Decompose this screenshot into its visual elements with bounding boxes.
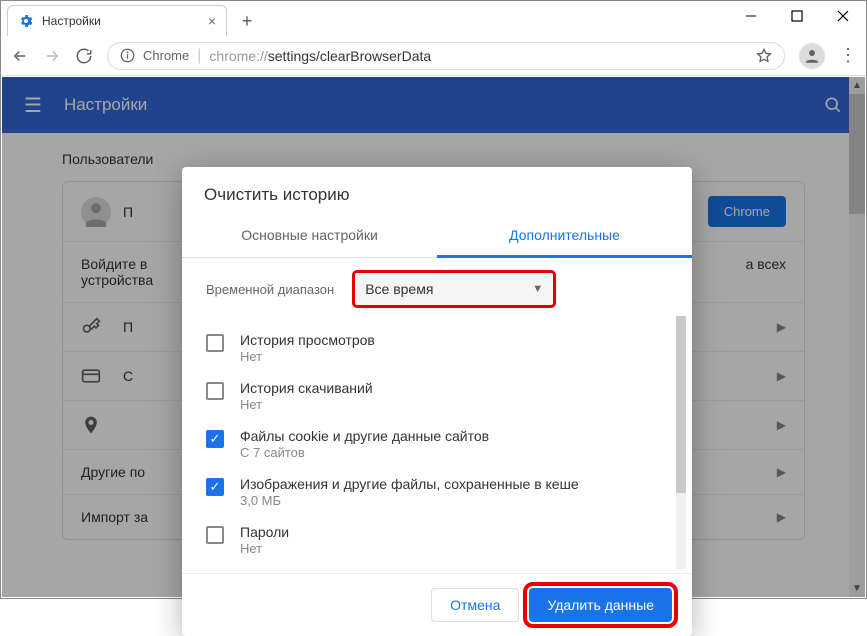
settings-page: ☰ Настройки Пользователи П Chrome Войдит… bbox=[2, 77, 865, 597]
options-list: История просмотровНетИстория скачиванийН… bbox=[206, 324, 668, 569]
window-titlebar: Настройки × + bbox=[1, 1, 866, 36]
profile-avatar-button[interactable] bbox=[799, 43, 825, 69]
chevron-down-icon: ▼ bbox=[532, 283, 543, 295]
maximize-button[interactable] bbox=[774, 1, 820, 31]
time-range-select[interactable]: Все время ▼ bbox=[354, 272, 554, 306]
option-title: История скачиваний bbox=[240, 380, 373, 396]
minimize-button[interactable] bbox=[728, 1, 774, 31]
browser-tab[interactable]: Настройки × bbox=[7, 5, 227, 36]
address-bar[interactable]: Chrome | chrome://settings/clearBrowserD… bbox=[107, 42, 785, 70]
option-row[interactable]: История просмотровНет bbox=[206, 324, 654, 372]
dialog-actions: Отмена Удалить данные bbox=[182, 573, 692, 636]
checkbox[interactable] bbox=[206, 382, 224, 400]
forward-button[interactable] bbox=[43, 47, 61, 65]
option-subtitle: 3,0 МБ bbox=[240, 493, 579, 508]
gear-icon bbox=[18, 13, 34, 29]
tab-advanced[interactable]: Дополнительные bbox=[437, 215, 692, 258]
dialog-body: Временной диапазон Все время ▼ История п… bbox=[182, 258, 692, 573]
time-range-value: Все время bbox=[365, 281, 433, 297]
kebab-menu-icon[interactable]: ⋮ bbox=[839, 45, 856, 66]
tab-basic[interactable]: Основные настройки bbox=[182, 215, 437, 257]
back-button[interactable] bbox=[11, 47, 29, 65]
dialog-tabs: Основные настройки Дополнительные bbox=[182, 215, 692, 258]
checkbox[interactable] bbox=[206, 334, 224, 352]
close-window-button[interactable] bbox=[820, 1, 866, 31]
option-subtitle: С 7 сайтов bbox=[240, 445, 489, 460]
checkbox[interactable]: ✓ bbox=[206, 478, 224, 496]
tab-title: Настройки bbox=[42, 14, 208, 28]
option-title: Файлы cookie и другие данные сайтов bbox=[240, 428, 489, 444]
clear-history-dialog: Очистить историю Основные настройки Допо… bbox=[182, 167, 692, 636]
reload-button[interactable] bbox=[75, 47, 93, 65]
time-range-label: Временной диапазон bbox=[206, 282, 334, 297]
option-row[interactable]: Данные для автозаполнения bbox=[206, 564, 654, 569]
option-row[interactable]: ✓ Изображения и другие файлы, сохраненные… bbox=[206, 468, 654, 516]
option-title: История просмотров bbox=[240, 332, 375, 348]
new-tab-button[interactable]: + bbox=[233, 7, 261, 35]
option-subtitle: Нет bbox=[240, 349, 375, 364]
close-icon[interactable]: × bbox=[208, 13, 216, 29]
option-row[interactable]: ПаролиНет bbox=[206, 516, 654, 564]
dialog-scroll-thumb[interactable] bbox=[676, 316, 686, 493]
site-label: Chrome bbox=[143, 48, 189, 63]
option-subtitle: Нет bbox=[240, 397, 373, 412]
option-row[interactable]: ✓ Файлы cookie и другие данные сайтовС 7 … bbox=[206, 420, 654, 468]
url-text: chrome://settings/clearBrowserData bbox=[209, 48, 431, 64]
dialog-scrollbar[interactable] bbox=[676, 316, 686, 569]
option-title: Изображения и другие файлы, сохраненные … bbox=[240, 476, 579, 492]
checkbox[interactable] bbox=[206, 526, 224, 544]
option-row[interactable]: История скачиванийНет bbox=[206, 372, 654, 420]
browser-toolbar: Chrome | chrome://settings/clearBrowserD… bbox=[1, 36, 866, 76]
bookmark-star-icon[interactable] bbox=[756, 48, 772, 64]
option-title: Пароли bbox=[240, 524, 289, 540]
cancel-button[interactable]: Отмена bbox=[431, 588, 519, 622]
dialog-title: Очистить историю bbox=[182, 167, 692, 215]
site-info-icon[interactable] bbox=[120, 48, 135, 63]
checkbox[interactable]: ✓ bbox=[206, 430, 224, 448]
delete-data-button[interactable]: Удалить данные bbox=[529, 588, 672, 622]
window-buttons bbox=[728, 1, 866, 31]
option-subtitle: Нет bbox=[240, 541, 289, 556]
time-range-row: Временной диапазон Все время ▼ bbox=[206, 272, 668, 306]
